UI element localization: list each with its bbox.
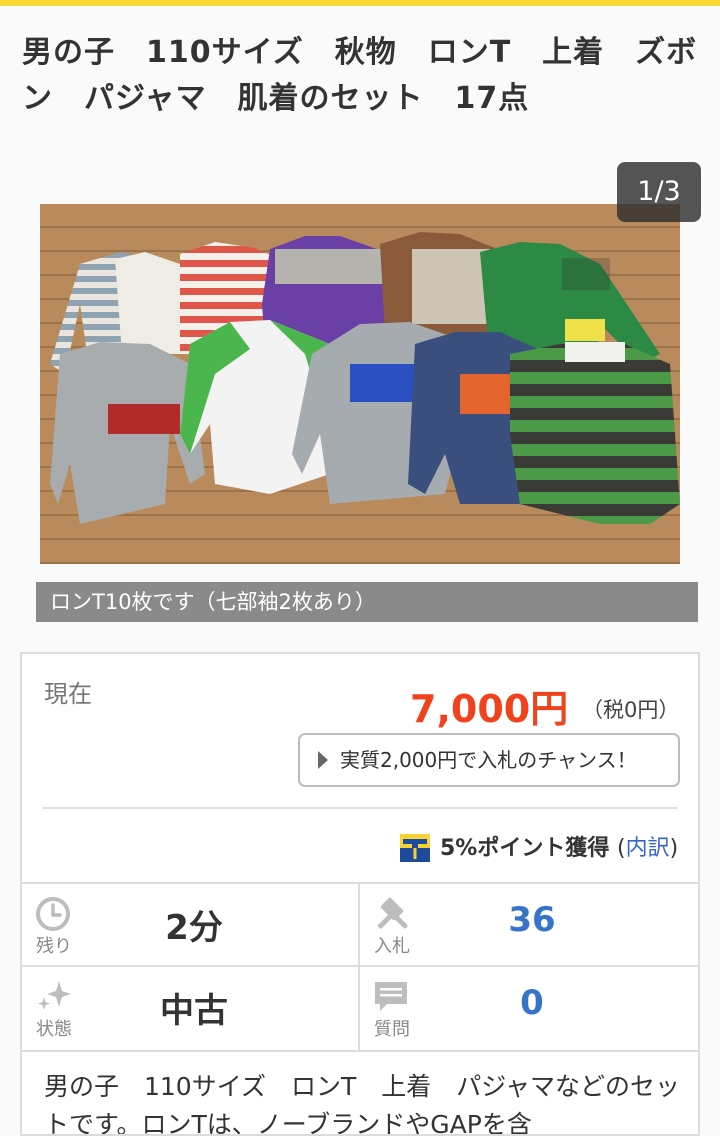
time-left-cell: 残り 2分 (22, 884, 360, 967)
gavel-icon (377, 897, 408, 929)
points-text: 5%ポイント獲得 (440, 836, 610, 861)
speech-bubble-icon (375, 982, 407, 1011)
description-text: 男の子 110サイズ ロンT 上着 パジャマなどのセットです。ロンTは、ノーブラ… (44, 1072, 680, 1136)
bid-chance-button[interactable]: 実質2,000円で入札のチャンス！ (298, 733, 680, 787)
questions-cell[interactable]: 質問 0 (360, 967, 698, 1050)
play-arrow-icon (318, 751, 328, 769)
questions-label: 質問 (374, 1019, 410, 1040)
clock-icon (36, 897, 70, 931)
top-accent-strip (0, 0, 720, 6)
bids-count[interactable]: 36 (432, 900, 632, 940)
tax-amount: （税0円） (582, 698, 680, 722)
current-price: 7,000円 (410, 687, 569, 731)
points-paren-close: ) (669, 836, 679, 861)
divider (42, 807, 678, 809)
image-caption: ロンT10枚です（七部袖2枚あり） (36, 582, 698, 622)
points-paren-open: ( (617, 836, 626, 861)
price-panel: 現在 7,000円 （税0円） 実質2,000円で入札のチャンス！ 5%ポイント… (20, 652, 700, 884)
t-point-icon (400, 834, 430, 862)
sparkle-icon (38, 981, 71, 1010)
image-counter: 1/3 (617, 162, 701, 222)
condition-label: 状態 (36, 1019, 72, 1040)
item-description: 男の子 110サイズ ロンT 上着 パジャマなどのセットです。ロンTは、ノーブラ… (20, 1052, 700, 1136)
condition-cell: 状態 中古 (22, 967, 360, 1050)
auction-stats: 残り 2分 入札 36 状態 中古 質問 0 (20, 882, 700, 1052)
points-info: 5%ポイント獲得 (内訳) (440, 830, 678, 862)
current-price-label: 現在 (44, 680, 92, 708)
clothing-photo (40, 204, 680, 564)
questions-count[interactable]: 0 (432, 983, 632, 1023)
bids-cell[interactable]: 入札 36 (360, 884, 698, 967)
bid-chance-label: 実質2,000円で入札のチャンス！ (340, 748, 637, 772)
points-breakdown-link[interactable]: 内訳 (626, 836, 670, 861)
bids-label: 入札 (374, 936, 410, 957)
product-image[interactable] (40, 204, 680, 564)
condition-value: 中古 (160, 991, 228, 1031)
time-left-label: 残り (36, 936, 72, 957)
item-title: 男の子 110サイズ 秋物 ロンT 上着 ズボン パジャマ 肌着のセット 17点 (22, 35, 698, 116)
time-left-value: 2分 (165, 908, 223, 948)
